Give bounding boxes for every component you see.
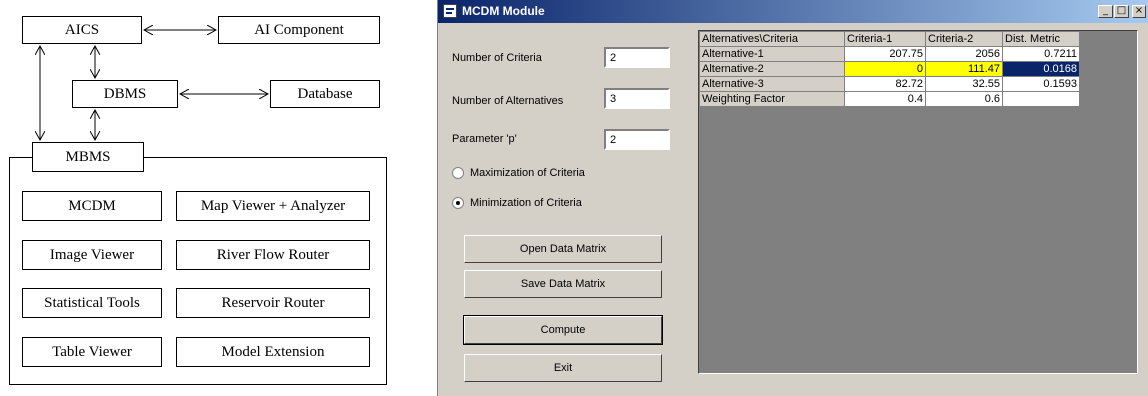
table-cell[interactable]: 0.1593 (1002, 76, 1080, 92)
table-cell-highlighted[interactable]: 111.47 (925, 61, 1003, 77)
alternatives-count-input[interactable] (604, 88, 670, 109)
table-cell[interactable]: 0.4 (844, 91, 926, 107)
row-header[interactable]: Alternative-1 (699, 46, 845, 62)
alternatives-label: Number of Alternatives (452, 95, 564, 107)
minimization-label[interactable]: Minimization of Criteria (470, 197, 582, 209)
column-header[interactable]: Alternatives\Criteria (699, 31, 845, 47)
title-bar[interactable]: MCDM Module _ □ × (438, 0, 1148, 23)
maximization-label[interactable]: Maximization of Criteria (470, 167, 585, 179)
column-header[interactable]: Dist. Metric (1002, 31, 1080, 47)
column-header[interactable]: Criteria-2 (925, 31, 1003, 47)
data-matrix-table: Alternatives\Criteria Criteria-1 Criteri… (699, 31, 1080, 107)
table-cell[interactable]: 32.55 (925, 76, 1003, 92)
table-row: Alternative-1 207.75 2056 0.7211 (699, 46, 1080, 62)
table-cell-selected[interactable]: 0.0168 (1002, 61, 1080, 77)
app-icon (443, 4, 457, 18)
minimization-radio[interactable] (452, 197, 464, 209)
save-data-matrix-button[interactable]: Save Data Matrix (464, 270, 662, 298)
parameter-p-input[interactable] (604, 129, 670, 150)
table-row: Alternative-2 0 111.47 0.0168 (699, 61, 1080, 77)
mcdm-window: MCDM Module _ □ × Number of Criteria Num… (437, 0, 1148, 396)
criteria-count-input[interactable] (604, 47, 670, 68)
diagram-arrows (0, 0, 420, 396)
minimize-button[interactable]: _ (1098, 5, 1113, 18)
table-header-row: Alternatives\Criteria Criteria-1 Criteri… (699, 31, 1080, 47)
window-title: MCDM Module (462, 4, 545, 18)
close-button[interactable]: × (1132, 5, 1146, 18)
column-header[interactable]: Criteria-1 (844, 31, 926, 47)
architecture-diagram: AICS AI Component DBMS Database MBMS MCD… (0, 0, 420, 396)
data-grid[interactable]: Alternatives\Criteria Criteria-1 Criteri… (698, 30, 1138, 374)
row-header[interactable]: Alternative-2 (699, 61, 845, 77)
maximization-radio[interactable] (452, 167, 464, 179)
parameter-label: Parameter 'p' (452, 133, 517, 145)
table-cell-highlighted[interactable]: 0 (844, 61, 926, 77)
criteria-label: Number of Criteria (452, 52, 542, 64)
table-cell[interactable]: 0.6 (925, 91, 1003, 107)
exit-button[interactable]: Exit (464, 354, 662, 382)
open-data-matrix-button[interactable]: Open Data Matrix (464, 235, 662, 263)
maximize-button[interactable]: □ (1114, 5, 1129, 18)
row-header[interactable]: Weighting Factor (699, 91, 845, 107)
table-cell[interactable] (1002, 91, 1080, 107)
compute-button[interactable]: Compute (463, 315, 663, 345)
table-cell[interactable]: 82.72 (844, 76, 926, 92)
table-cell[interactable]: 0.7211 (1002, 46, 1080, 62)
row-header[interactable]: Alternative-3 (699, 76, 845, 92)
table-row: Weighting Factor 0.4 0.6 (699, 91, 1080, 107)
table-cell[interactable]: 2056 (925, 46, 1003, 62)
table-cell[interactable]: 207.75 (844, 46, 926, 62)
table-row: Alternative-3 82.72 32.55 0.1593 (699, 76, 1080, 92)
